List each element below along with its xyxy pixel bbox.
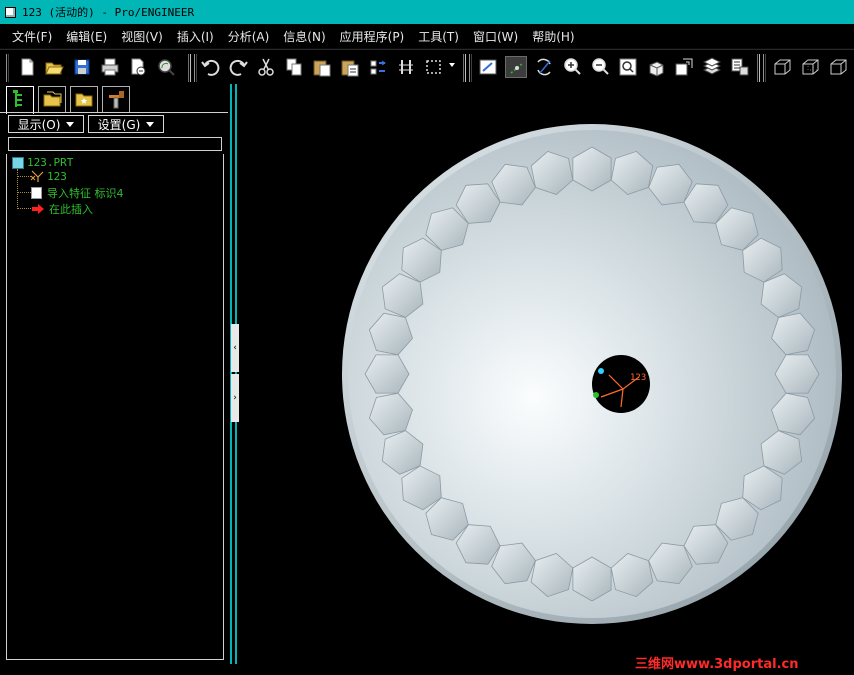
- part-icon: [12, 156, 24, 169]
- spin-center-icon[interactable]: [505, 56, 527, 78]
- copy-icon[interactable]: [283, 56, 305, 78]
- chevron-down-icon: [146, 121, 155, 127]
- toolbar-grip[interactable]: [6, 54, 9, 82]
- toolbar-grip[interactable]: [763, 54, 766, 82]
- tree-filter-field[interactable]: [8, 137, 222, 151]
- undo-icon[interactable]: [200, 56, 222, 78]
- app-icon[interactable]: [5, 6, 16, 18]
- zoom-out-icon[interactable]: [589, 56, 611, 78]
- wireframe-icon[interactable]: [771, 56, 793, 78]
- layers-icon[interactable]: [701, 56, 723, 78]
- paste-special-icon[interactable]: [339, 56, 361, 78]
- insert-here-arrow-icon: [32, 204, 44, 214]
- expand-right-icon[interactable]: ›: [231, 374, 239, 422]
- toolbar-grip[interactable]: [194, 54, 197, 82]
- open-icon[interactable]: [43, 56, 65, 78]
- settings-dropdown[interactable]: 设置(G): [88, 115, 164, 133]
- tree-item-label: 导入特征 标识4: [47, 187, 124, 200]
- collapse-left-icon[interactable]: ‹: [231, 324, 239, 372]
- tree-connector: [17, 192, 31, 193]
- menu-tools[interactable]: 工具(T): [418, 28, 459, 45]
- menu-file[interactable]: 文件(F): [12, 28, 52, 45]
- toolbar-separator: [188, 54, 191, 82]
- watermark: 三维网www.3dportal.cn: [635, 657, 799, 672]
- tree-item-csys[interactable]: 123: [29, 169, 67, 183]
- settings-dropdown-label: 设置(G): [97, 117, 141, 132]
- paste-icon[interactable]: [311, 56, 333, 78]
- tree-item-import-feature[interactable]: 导入特征 标识4: [31, 185, 124, 201]
- no-hidden-icon[interactable]: [827, 56, 849, 78]
- menu-info[interactable]: 信息(N): [283, 28, 325, 45]
- tree-item-label: 在此插入: [49, 203, 93, 216]
- window-title: 123 (活动的) - Pro/ENGINEER: [22, 6, 195, 19]
- select-box-icon[interactable]: [423, 56, 445, 78]
- toolbar: [0, 49, 854, 85]
- tab-divider: [0, 112, 228, 113]
- csys-label: 123: [630, 373, 646, 383]
- tree-connector: [17, 208, 31, 209]
- regenerate-icon[interactable]: [367, 56, 389, 78]
- tree-item-insert-here[interactable]: 在此插入: [31, 201, 93, 217]
- tree-root-label: 123.PRT: [27, 156, 74, 169]
- tree-item-label: 123: [47, 169, 67, 183]
- menu-applications[interactable]: 应用程序(P): [340, 28, 405, 45]
- save-icon[interactable]: [71, 56, 93, 78]
- connections-tab-icon[interactable]: [102, 86, 130, 112]
- tree-root[interactable]: 123.PRT: [12, 156, 73, 169]
- menu-bar: 文件(F) 编辑(E) 视图(V) 插入(I) 分析(A) 信息(N) 应用程序…: [0, 24, 854, 49]
- send-mail-icon[interactable]: [127, 56, 149, 78]
- favorites-tab-icon[interactable]: [70, 86, 98, 112]
- panel-splitter[interactable]: ‹ ›: [228, 84, 242, 675]
- model-tree-icon[interactable]: [395, 56, 417, 78]
- search-icon[interactable]: [155, 56, 177, 78]
- repaint-icon[interactable]: [477, 56, 499, 78]
- model-view[interactable]: 123: [242, 84, 854, 675]
- menu-window[interactable]: 窗口(W): [473, 28, 518, 45]
- orient-icon[interactable]: [533, 56, 555, 78]
- toolbar-grip[interactable]: [469, 54, 472, 82]
- menu-insert[interactable]: 插入(I): [177, 28, 214, 45]
- import-feature-icon: [31, 187, 42, 199]
- refit-icon[interactable]: [617, 56, 639, 78]
- model-tree: 123.PRT 123 导入特征 标识4 在此插入: [6, 154, 224, 660]
- title-bar[interactable]: 123 (活动的) - Pro/ENGINEER: [0, 0, 854, 24]
- menu-view[interactable]: 视图(V): [121, 28, 163, 45]
- coordinate-system-icon: [30, 170, 44, 182]
- saved-views-icon[interactable]: [673, 56, 695, 78]
- model-tree-tab-icon[interactable]: [6, 86, 34, 114]
- view-manager-icon[interactable]: [729, 56, 751, 78]
- graphics-viewport[interactable]: 123: [242, 84, 854, 675]
- show-dropdown-label: 显示(O): [17, 117, 61, 132]
- toolbar-separator: [463, 54, 466, 82]
- tree-connector: [17, 169, 18, 209]
- select-dropdown-arrow[interactable]: [449, 63, 455, 67]
- hidden-line-icon[interactable]: [799, 56, 821, 78]
- new-icon[interactable]: [16, 56, 38, 78]
- disc-face: [348, 130, 836, 618]
- menu-analysis[interactable]: 分析(A): [228, 28, 270, 45]
- print-icon[interactable]: [99, 56, 121, 78]
- view-icon[interactable]: [645, 56, 667, 78]
- menu-help[interactable]: 帮助(H): [532, 28, 574, 45]
- cut-icon[interactable]: [255, 56, 277, 78]
- zoom-in-icon[interactable]: [561, 56, 583, 78]
- show-dropdown[interactable]: 显示(O): [8, 115, 84, 133]
- navigator-panel: 显示(O) 设置(G) 123.PRT 123 导入特征 标识4 在此插入: [0, 84, 228, 675]
- chevron-down-icon: [66, 121, 75, 127]
- folder-browser-tab-icon[interactable]: [38, 86, 66, 112]
- redo-icon[interactable]: [227, 56, 249, 78]
- toolbar-separator: [757, 54, 760, 82]
- menu-edit[interactable]: 编辑(E): [66, 28, 107, 45]
